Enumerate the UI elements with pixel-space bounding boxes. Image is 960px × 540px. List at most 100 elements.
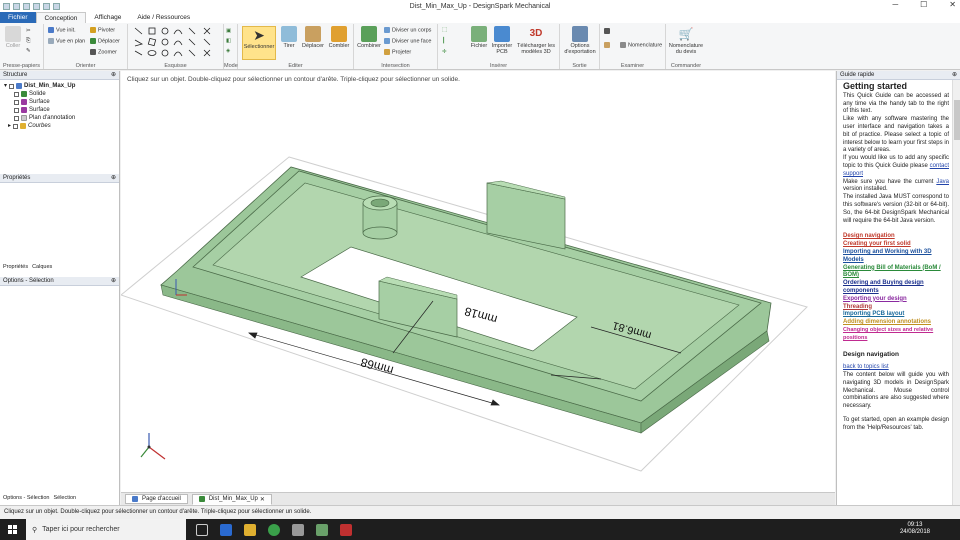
3d-mode-icon[interactable]: ◈: [226, 48, 230, 54]
deplacer-button[interactable]: Déplacer: [300, 26, 326, 49]
pin-icon[interactable]: ⊕: [111, 174, 116, 182]
document-tabs: Page d'accueil Dist_Min_Max_Up ✕: [121, 492, 835, 505]
visibility-checkbox[interactable]: [14, 91, 19, 97]
edge-icon[interactable]: [220, 523, 232, 536]
tree-root[interactable]: ▾ Dist_Min_Max_Up: [4, 82, 115, 90]
chrome-icon[interactable]: [268, 523, 280, 536]
nomenclature-button[interactable]: Nomenclature: [620, 42, 662, 48]
combler-button[interactable]: Combler: [326, 26, 352, 49]
visibility-checkbox[interactable]: [14, 99, 19, 105]
zoomer-button[interactable]: Zoomer: [90, 49, 117, 55]
home-view-icon: [48, 27, 54, 33]
expand-icon[interactable]: ▸: [8, 122, 11, 130]
nomenclature-devis-button[interactable]: 🛒 Nomenclature du devis: [666, 26, 706, 55]
close-icon[interactable]: ✕: [949, 0, 956, 9]
sketch-tools-icon[interactable]: [130, 26, 224, 62]
topic-link[interactable]: Adding dimension annotations: [843, 319, 949, 327]
tree-item-courbes[interactable]: ▸ Courbes: [4, 122, 115, 130]
taskbar-search[interactable]: ⚲ Taper ici pour rechercher: [26, 519, 186, 540]
pin-icon[interactable]: ⊕: [952, 71, 957, 79]
visibility-checkbox[interactable]: [14, 115, 19, 121]
measure-icon[interactable]: [604, 28, 612, 34]
topic-link[interactable]: Importing PCB layout: [843, 311, 949, 319]
move-icon: [305, 26, 321, 42]
split-face-icon: [384, 38, 390, 44]
close-tab-icon[interactable]: ✕: [260, 496, 265, 503]
tree-item-surface[interactable]: Surface: [4, 106, 115, 114]
3d-viewport[interactable]: Cliquez sur un objet. Double-cliquez pou…: [121, 71, 835, 492]
section-mode-icon[interactable]: ◧: [226, 38, 231, 44]
diviser-face-button[interactable]: Diviser une face: [384, 38, 431, 44]
combiner-button[interactable]: Combiner: [356, 26, 382, 49]
projeter-button[interactable]: Projeter: [384, 49, 411, 55]
insert-axis-icon[interactable]: ┃: [442, 38, 445, 44]
pivoter-button[interactable]: Pivoter: [90, 27, 115, 33]
options-exportation-button[interactable]: Options d'exportation: [562, 26, 598, 55]
importer-pcb-button[interactable]: Importer PCB: [490, 26, 514, 55]
coller-button[interactable]: Coller: [4, 26, 22, 49]
topic-link[interactable]: Exporting your design: [843, 296, 949, 304]
tree-item-plan-annotation[interactable]: Plan d'annotation: [4, 114, 115, 122]
tab-calques[interactable]: Calques: [32, 264, 52, 270]
vue-init-button[interactable]: Vue init.: [48, 27, 76, 33]
fichier-insert-button[interactable]: Fichier: [468, 26, 490, 49]
topic-link[interactable]: Threading: [843, 304, 949, 312]
tab-page-accueil[interactable]: Page d'accueil: [125, 494, 188, 504]
tab-fichier[interactable]: Fichier: [0, 12, 36, 23]
insert-origin-icon[interactable]: ✛: [442, 49, 447, 55]
tirer-button[interactable]: Tirer: [278, 26, 300, 49]
group-commander: 🛒 Nomenclature du devis Commander: [666, 24, 706, 69]
maximize-icon[interactable]: ☐: [920, 0, 927, 9]
note-icon[interactable]: [604, 42, 612, 48]
tree-item-surface[interactable]: Surface: [4, 98, 115, 106]
pull-icon: [281, 26, 297, 42]
pin-icon[interactable]: ⊕: [111, 71, 116, 79]
tab-conception[interactable]: Conception: [35, 12, 87, 23]
tab-document[interactable]: Dist_Min_Max_Up ✕: [191, 493, 272, 505]
guide-scrollbar[interactable]: [952, 80, 960, 505]
java-link[interactable]: Java: [936, 179, 949, 185]
topic-link[interactable]: Design navigation: [843, 233, 949, 241]
topic-link[interactable]: Changing object sizes and relative posit…: [843, 327, 949, 343]
topic-link[interactable]: Ordering and Buying design components: [843, 280, 949, 296]
pin-icon[interactable]: ⊕: [111, 277, 116, 285]
designspark-icon[interactable]: [340, 523, 352, 536]
task-view-icon[interactable]: [196, 523, 208, 536]
back-to-topics-link[interactable]: back to topics list: [843, 364, 949, 372]
options-tabs: Options - Sélection Sélection: [0, 495, 76, 501]
explorer-icon[interactable]: [244, 523, 256, 536]
expand-icon[interactable]: ▾: [4, 82, 7, 90]
cut-icon[interactable]: ✂: [26, 28, 31, 34]
minimize-icon[interactable]: ─: [892, 0, 898, 9]
calculator-icon[interactable]: [292, 523, 304, 536]
deplacer-view-button[interactable]: Déplacer: [90, 38, 120, 44]
boss-hole[interactable]: [370, 198, 390, 208]
insert-plane-icon[interactable]: ⬚: [442, 27, 447, 33]
visibility-checkbox[interactable]: [9, 83, 15, 89]
tab-proprietes[interactable]: Propriétés: [3, 264, 28, 270]
3d-model[interactable]: mm68 mm18 mm6.81: [121, 71, 835, 492]
tab-options-selection[interactable]: Options - Sélection: [3, 495, 49, 501]
vue-en-plan-button[interactable]: Vue en plan: [48, 38, 85, 44]
topic-link[interactable]: Importing and Working with 3D Models: [843, 249, 949, 265]
ribbon: Coller ✂ ⎘ ✎ Presse-papiers Vue init. Vu…: [0, 23, 960, 70]
telecharger-modeles-button[interactable]: 3D Télécharger les modèles 3D: [514, 26, 558, 55]
app-icon[interactable]: [316, 523, 328, 536]
windows-start-icon[interactable]: [0, 519, 26, 540]
visibility-checkbox[interactable]: [13, 123, 19, 129]
topic-link[interactable]: Creating your first solid: [843, 241, 949, 249]
format-icon[interactable]: ✎: [26, 48, 31, 54]
scroll-thumb[interactable]: [954, 100, 960, 140]
diviser-corps-button[interactable]: Diviser un corps: [384, 27, 431, 33]
topic-link[interactable]: Generating Bill of Materials (BoM / BOM): [843, 265, 949, 281]
sketch-mode-icon[interactable]: ▣: [226, 28, 231, 34]
copy-icon[interactable]: ⎘: [26, 38, 30, 45]
visibility-checkbox[interactable]: [14, 107, 19, 113]
tab-affichage[interactable]: Affichage: [86, 12, 129, 23]
tab-aide[interactable]: Aide / Ressources: [129, 12, 198, 23]
selectionner-button[interactable]: ➤ Sélectionner: [242, 26, 276, 60]
tab-selection[interactable]: Sélection: [53, 495, 76, 501]
tree-item-solide[interactable]: Solide: [4, 90, 115, 98]
pan-icon: [90, 38, 96, 44]
system-clock[interactable]: 09:13 24/08/2018: [900, 522, 930, 536]
